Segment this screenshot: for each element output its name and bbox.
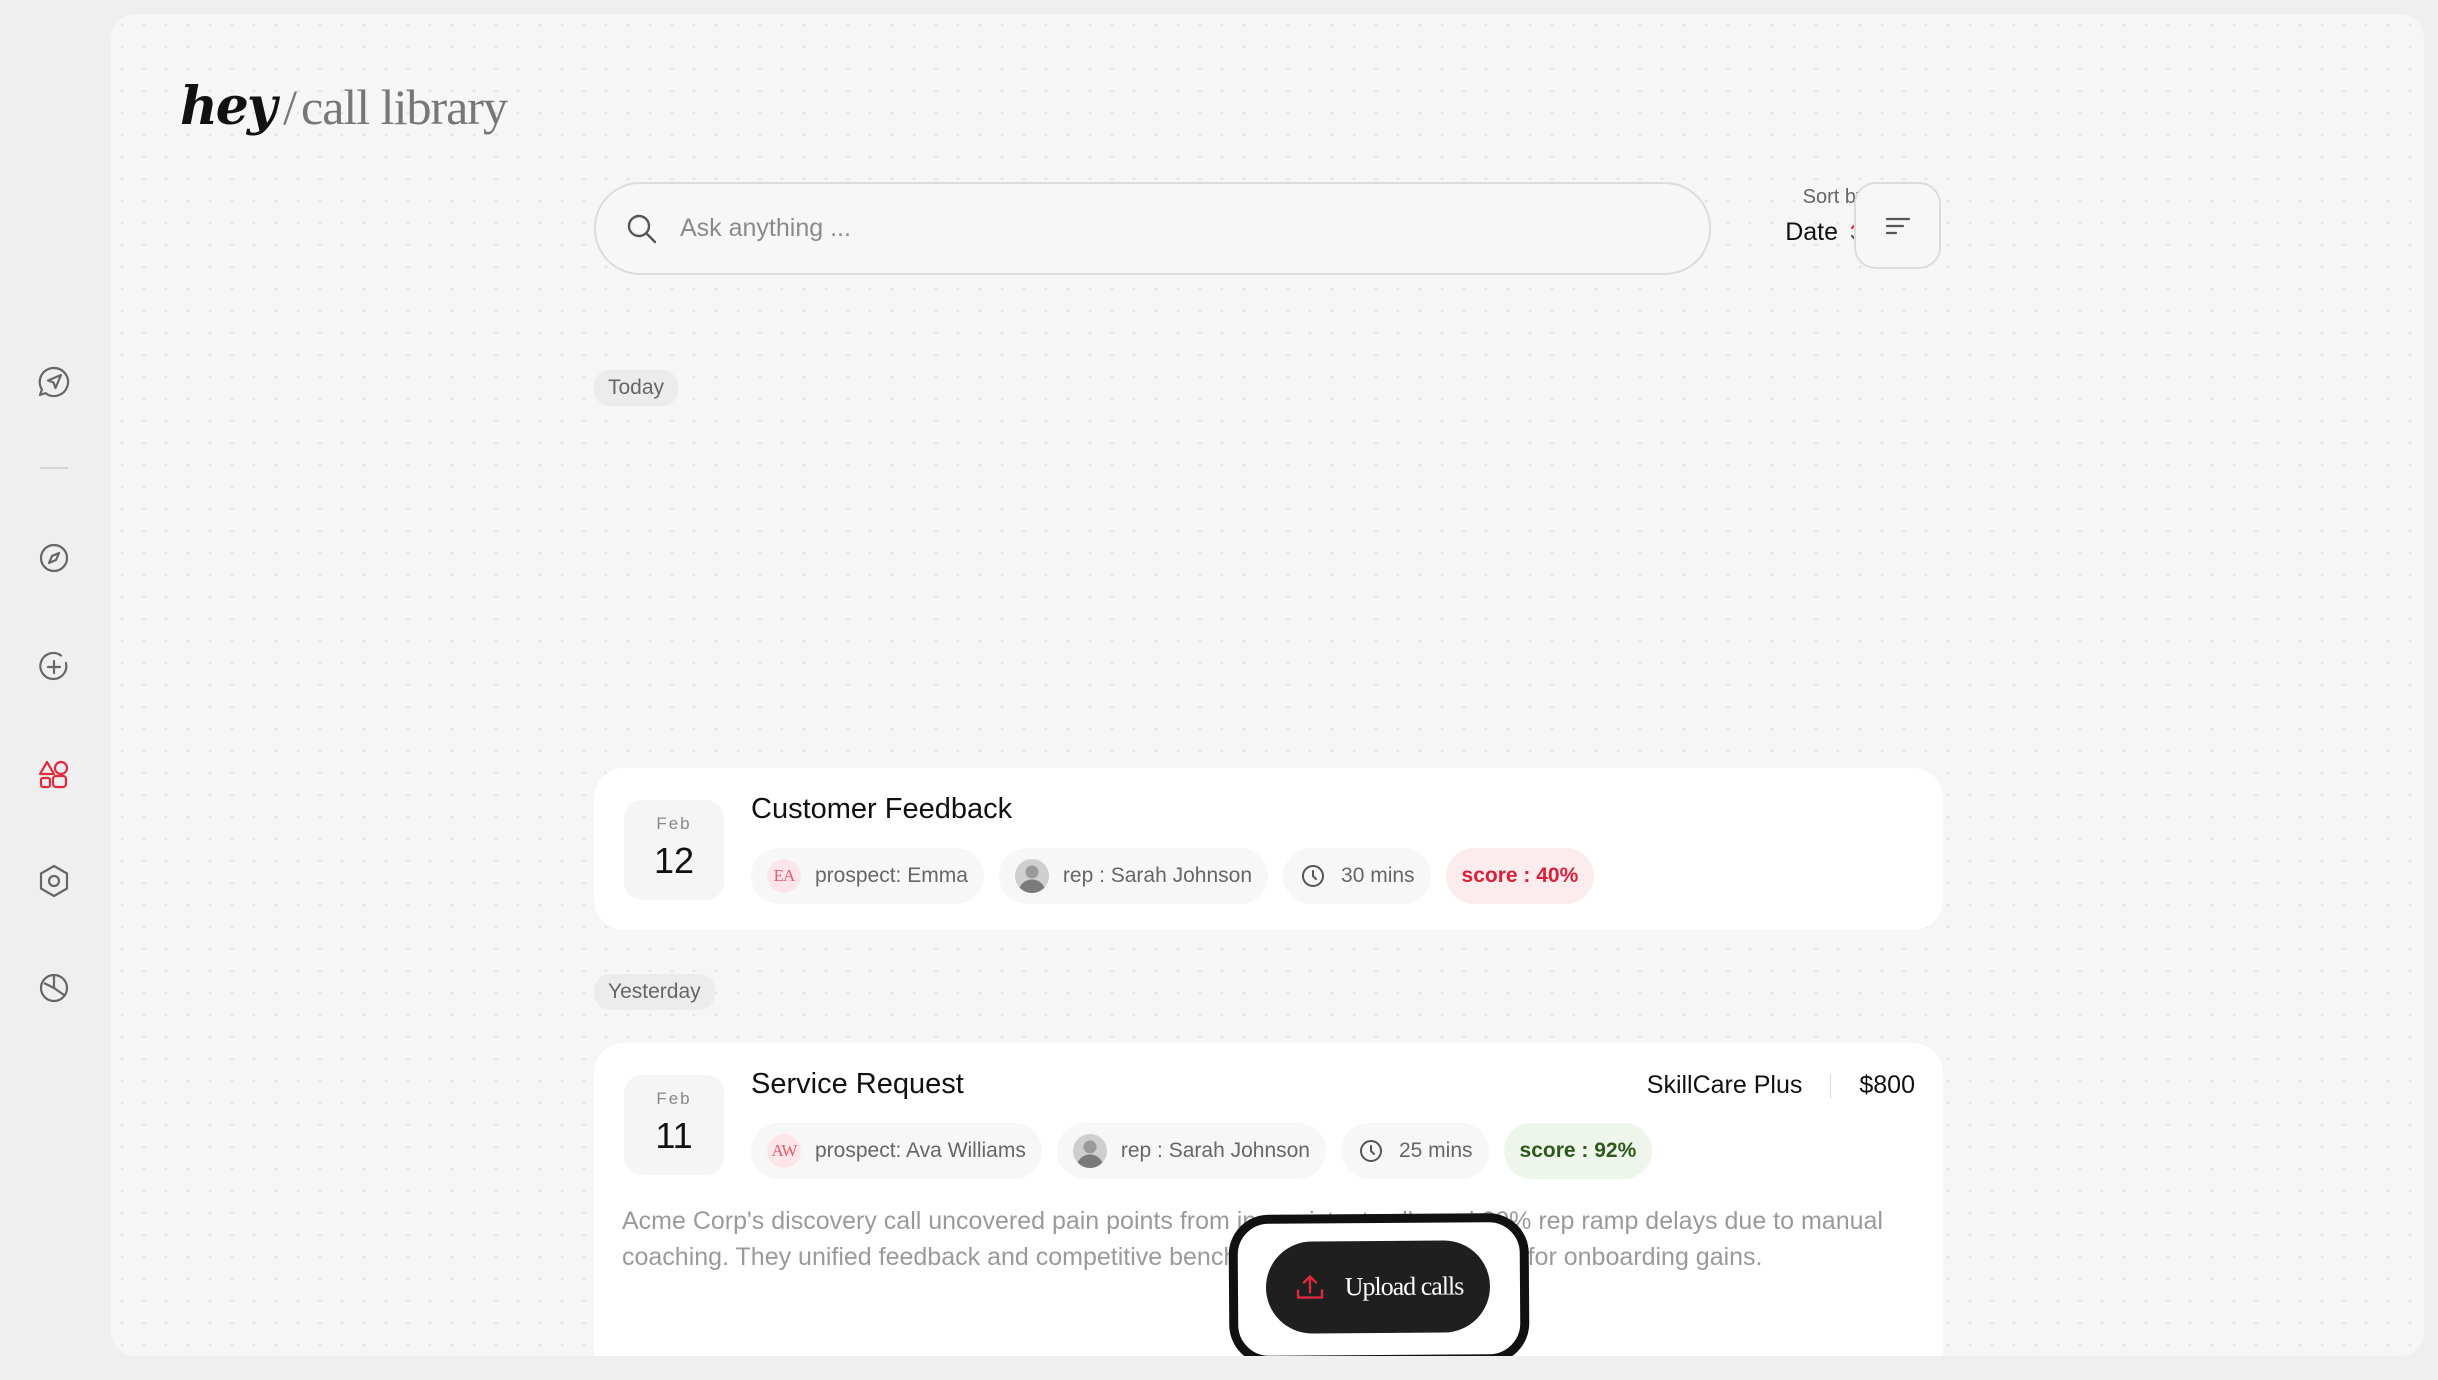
deal-divider — [1830, 1073, 1832, 1098]
call-date-day: 11 — [655, 1115, 693, 1156]
search-icon — [627, 214, 657, 243]
score-badge: score : 40% — [1445, 848, 1595, 904]
section-label-today: Today — [594, 370, 679, 406]
left-nav-rail — [0, 0, 110, 1380]
rep-label: rep : Sarah Johnson — [1062, 864, 1253, 887]
pie-chart-icon[interactable] — [34, 968, 74, 1008]
sort-label: Sort by — [1802, 186, 1866, 208]
call-title[interactable]: Service Request — [751, 1068, 964, 1101]
send-chat-icon[interactable] — [34, 362, 74, 402]
rep-label: rep : Sarah Johnson — [1120, 1139, 1310, 1162]
duration-chip: 25 mins — [1340, 1123, 1489, 1179]
prospect-avatar: EA — [767, 859, 801, 893]
upload-icon — [1296, 1275, 1323, 1299]
deal-info: SkillCare Plus $800 — [1647, 1071, 1915, 1100]
search-bar[interactable] — [594, 182, 1711, 275]
section-label-yesterday: Yesterday — [594, 974, 715, 1010]
product-name: SkillCare Plus — [1646, 1071, 1803, 1099]
score-label: score : 40% — [1461, 864, 1579, 887]
app-logo[interactable]: hey / call library — [180, 76, 508, 137]
brand-separator: / — [283, 79, 298, 135]
score-label: score : 92% — [1519, 1139, 1637, 1162]
prospect-avatar: AW — [767, 1134, 801, 1168]
page-title: call library — [301, 79, 508, 135]
prospect-label: prospect: Ava Williams — [815, 1139, 1026, 1162]
clock-icon — [1359, 1140, 1382, 1162]
duration-label: 25 mins — [1398, 1139, 1473, 1162]
score-badge: score : 92% — [1503, 1123, 1653, 1179]
search-input[interactable] — [680, 214, 1580, 243]
rep-chip[interactable]: rep : Sarah Johnson — [998, 848, 1269, 904]
sort-dropdown[interactable]: Date — [1751, 217, 1866, 247]
brand-name: hey — [180, 76, 277, 137]
call-title[interactable]: Customer Feedback — [751, 793, 1012, 826]
call-date: Feb 12 — [624, 800, 724, 900]
rep-avatar — [1014, 859, 1049, 893]
duration-label: 30 mins — [1341, 864, 1415, 887]
rep-chip[interactable]: rep : Sarah Johnson — [1056, 1123, 1326, 1179]
rep-avatar — [1072, 1134, 1107, 1168]
prospect-chip[interactable]: AW prospect: Ava Williams — [751, 1123, 1042, 1179]
call-date-month: Feb — [656, 1089, 692, 1108]
clock-icon — [1302, 865, 1325, 887]
add-circle-icon[interactable] — [34, 647, 74, 687]
shapes-icon[interactable] — [34, 754, 74, 794]
call-card[interactable]: Feb 12 Customer Feedback EA prospect: Em… — [594, 768, 1943, 930]
compass-icon[interactable] — [34, 538, 74, 578]
prospect-chip[interactable]: EA prospect: Emma — [751, 848, 984, 904]
call-meta: AW prospect: Ava Williams rep : Sarah Jo… — [751, 1123, 1667, 1179]
sort-control[interactable]: Sort by Date — [1751, 186, 1866, 247]
filter-button[interactable] — [1854, 182, 1941, 269]
call-date: Feb 11 — [624, 1075, 724, 1175]
sort-value: Date — [1785, 217, 1838, 246]
call-date-day: 12 — [653, 840, 695, 881]
duration-chip: 30 mins — [1283, 848, 1431, 904]
upload-highlight: Upload calls — [1228, 1212, 1530, 1356]
call-meta: EA prospect: Emma rep : Sarah Johnson 30… — [751, 848, 1609, 904]
nav-divider — [40, 467, 68, 469]
main-panel: hey / call library Sort by Date Today Fe… — [111, 14, 2424, 1356]
deal-amount: $800 — [1859, 1071, 1915, 1099]
call-date-month: Feb — [656, 814, 692, 833]
prospect-label: prospect: Emma — [815, 864, 968, 887]
upload-calls-label: Upload calls — [1344, 1271, 1464, 1302]
filter-lines-icon — [1885, 217, 1910, 234]
settings-hex-icon[interactable] — [34, 861, 74, 901]
upload-calls-button[interactable]: Upload calls — [1265, 1240, 1491, 1334]
